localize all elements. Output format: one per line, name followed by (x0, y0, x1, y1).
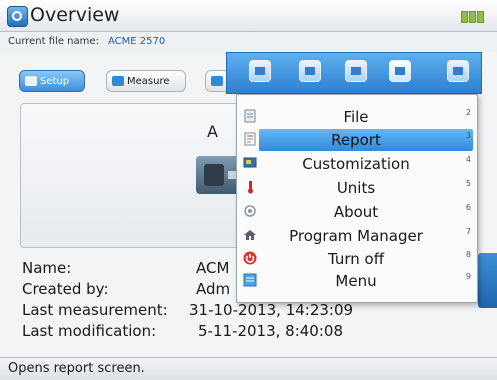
vibration-icon[interactable] (447, 60, 469, 82)
overview-icon[interactable] (249, 60, 271, 82)
measure-label: Measure (127, 76, 170, 87)
measure-icon (112, 76, 124, 86)
customization-icon (243, 157, 257, 168)
setup-button[interactable]: Setup (19, 70, 85, 92)
menu-item-file[interactable]: File 2 (237, 105, 477, 129)
measure-button[interactable]: Measure (106, 70, 186, 92)
current-file-bar: Current file name: ACME 2570 (0, 32, 497, 52)
battery-icon (461, 8, 487, 23)
power-icon (243, 251, 257, 265)
menu-item-menu[interactable]: Menu 9 (237, 269, 477, 293)
context-menu: File 2 Report 3 Customization 4 Units 5 … (236, 94, 478, 303)
setup-icon (25, 76, 37, 86)
measure-mode-icon[interactable] (345, 60, 367, 82)
thermometer-icon (248, 181, 253, 194)
window-title: Overview (30, 4, 120, 26)
status-bar: Opens report screen. (0, 357, 497, 380)
file-icon (244, 109, 256, 123)
result-icon (211, 76, 223, 86)
about-icon (244, 205, 256, 217)
menu-item-turn-off[interactable]: Turn off 8 (237, 247, 477, 271)
menu-item-report[interactable]: Report 3 (237, 128, 477, 152)
menu-item-units[interactable]: Units 5 (237, 176, 477, 200)
side-panel-tab[interactable] (478, 253, 497, 308)
home-icon (244, 230, 256, 240)
menu-item-customization[interactable]: Customization 4 (237, 152, 477, 176)
report-icon (244, 132, 256, 146)
menu-item-about[interactable]: About 6 (237, 200, 477, 224)
setup-label: Setup (40, 76, 70, 87)
machine-title: A (207, 122, 218, 141)
tools-icon[interactable] (389, 60, 411, 82)
menu-item-program-manager[interactable]: Program Manager 7 (237, 224, 477, 248)
current-file-label: Current file name: (8, 36, 99, 47)
machine-icon[interactable] (299, 60, 321, 82)
menu-icon-bar (226, 52, 482, 94)
title-bar: Overview (0, 0, 497, 32)
menu-icon (243, 273, 257, 287)
status-text: Opens report screen. (8, 361, 145, 376)
current-file-name: ACME 2570 (108, 36, 166, 47)
app-logo-icon (7, 6, 28, 27)
